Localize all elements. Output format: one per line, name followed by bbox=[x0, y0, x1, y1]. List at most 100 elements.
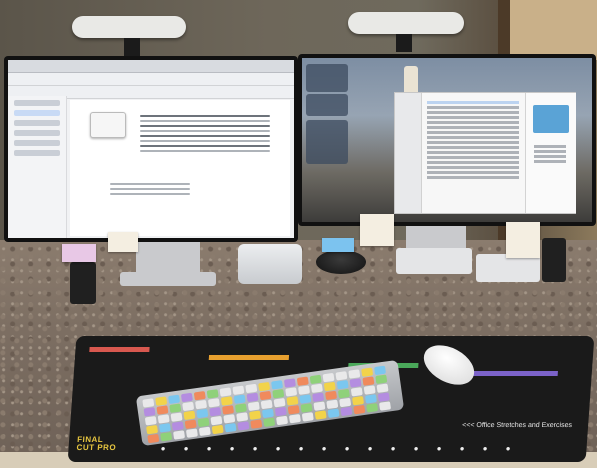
keyboard-key[interactable] bbox=[314, 410, 327, 420]
keyboard-key[interactable] bbox=[300, 403, 313, 413]
keyboard-key[interactable] bbox=[274, 406, 287, 417]
keyboard-key[interactable] bbox=[210, 415, 223, 426]
keyboard-key[interactable] bbox=[249, 410, 262, 420]
keyboard-key[interactable] bbox=[158, 423, 171, 433]
keyboard-key[interactable] bbox=[327, 408, 340, 418]
keyboard-key[interactable] bbox=[224, 423, 237, 433]
keyboard-key[interactable] bbox=[313, 401, 326, 411]
keyboard-key[interactable] bbox=[236, 412, 249, 422]
keyboard-key[interactable] bbox=[196, 408, 209, 419]
keyboard-key[interactable] bbox=[285, 387, 298, 397]
keyboard-key[interactable] bbox=[362, 376, 375, 386]
keyboard-key[interactable] bbox=[220, 396, 233, 406]
keyboard-key[interactable] bbox=[156, 405, 169, 415]
keyboard-key[interactable] bbox=[219, 387, 232, 397]
keyboard-key[interactable] bbox=[222, 405, 235, 415]
keyboard-key[interactable] bbox=[323, 381, 336, 392]
keyboard-key[interactable] bbox=[182, 401, 195, 412]
outline-item[interactable] bbox=[14, 110, 60, 116]
keyboard-key[interactable] bbox=[168, 394, 181, 405]
keyboard-key[interactable] bbox=[361, 367, 374, 377]
keyboard-key[interactable] bbox=[209, 406, 222, 417]
outline-item[interactable] bbox=[14, 130, 60, 136]
keyboard-key[interactable] bbox=[336, 379, 349, 390]
finder-window[interactable] bbox=[394, 92, 576, 214]
keyboard-key[interactable] bbox=[298, 385, 311, 395]
keyboard-key[interactable] bbox=[232, 385, 245, 395]
keyboard-key[interactable] bbox=[349, 378, 362, 388]
keyboard-key[interactable] bbox=[143, 407, 156, 417]
keyboard-key[interactable] bbox=[366, 403, 379, 413]
keyboard-key[interactable] bbox=[288, 413, 301, 424]
keyboard-key[interactable] bbox=[276, 415, 289, 426]
browser-tab-bar[interactable] bbox=[8, 60, 294, 73]
keyboard-key[interactable] bbox=[184, 419, 197, 429]
keyboard-key[interactable] bbox=[170, 412, 183, 422]
keyboard-key[interactable] bbox=[322, 372, 335, 383]
keyboard-key[interactable] bbox=[198, 426, 211, 437]
keyboard-key[interactable] bbox=[340, 406, 353, 417]
keyboard-key[interactable] bbox=[197, 417, 210, 428]
keyboard-key[interactable] bbox=[261, 408, 274, 419]
keyboard-key[interactable] bbox=[259, 390, 272, 401]
document-page[interactable] bbox=[70, 100, 290, 236]
keyboard-key[interactable] bbox=[223, 414, 236, 424]
keyboard-key[interactable] bbox=[339, 397, 352, 408]
keyboard-key[interactable] bbox=[296, 376, 309, 386]
keyboard-key[interactable] bbox=[375, 374, 388, 385]
keyboard-key[interactable] bbox=[173, 430, 186, 440]
keyboard-key[interactable] bbox=[193, 390, 206, 401]
keyboard-key[interactable] bbox=[234, 403, 247, 413]
keyboard-key[interactable] bbox=[312, 392, 325, 402]
keyboard-key[interactable] bbox=[353, 404, 366, 415]
keyboard-key[interactable] bbox=[286, 396, 299, 406]
finder-sidebar[interactable] bbox=[395, 93, 422, 213]
keyboard-key[interactable] bbox=[301, 412, 314, 422]
outline-item[interactable] bbox=[14, 120, 60, 126]
keyboard-key[interactable] bbox=[211, 424, 224, 435]
keyboard-key[interactable] bbox=[155, 396, 168, 406]
outline-item[interactable] bbox=[14, 140, 60, 146]
keyboard-key[interactable] bbox=[335, 371, 348, 381]
keyboard-key[interactable] bbox=[233, 394, 246, 404]
keyboard-key[interactable] bbox=[258, 381, 271, 392]
keyboard-key[interactable] bbox=[310, 383, 323, 394]
keyboard-key[interactable] bbox=[299, 394, 312, 404]
keyboard-key[interactable] bbox=[374, 365, 387, 376]
keyboard-key[interactable] bbox=[352, 395, 365, 406]
keyboard-key[interactable] bbox=[348, 369, 361, 379]
keyboard-key[interactable] bbox=[206, 389, 219, 399]
keyboard-key[interactable] bbox=[273, 397, 286, 408]
keyboard-key[interactable] bbox=[363, 385, 376, 395]
keyboard-key[interactable] bbox=[337, 388, 350, 399]
keyboard-key[interactable] bbox=[195, 399, 208, 410]
keyboard-key[interactable] bbox=[247, 401, 260, 412]
keyboard-key[interactable] bbox=[272, 389, 285, 399]
right-screen-desktop[interactable] bbox=[302, 58, 592, 222]
keyboard-key[interactable] bbox=[326, 399, 339, 410]
keyboard-key[interactable] bbox=[379, 401, 392, 411]
keyboard-key[interactable] bbox=[287, 405, 300, 415]
document-toolbar[interactable] bbox=[8, 73, 294, 86]
keyboard-key[interactable] bbox=[263, 417, 276, 428]
keyboard-key[interactable] bbox=[185, 428, 198, 438]
keyboard-key[interactable] bbox=[350, 387, 363, 397]
finder-file-list[interactable] bbox=[423, 99, 523, 181]
keyboard-key[interactable] bbox=[144, 416, 157, 426]
keyboard-key[interactable] bbox=[250, 419, 263, 429]
keyboard-key[interactable] bbox=[157, 414, 170, 424]
keyboard-key[interactable] bbox=[246, 392, 259, 403]
keyboard-key[interactable] bbox=[325, 390, 338, 401]
keyboard-key[interactable] bbox=[377, 392, 390, 402]
keyboard-key[interactable] bbox=[180, 392, 193, 403]
keyboard-key[interactable] bbox=[142, 398, 155, 408]
keyboard-key[interactable] bbox=[160, 432, 173, 442]
keyboard-key[interactable] bbox=[171, 421, 184, 431]
keyboard-key[interactable] bbox=[146, 424, 159, 435]
left-screen[interactable] bbox=[8, 60, 294, 238]
keyboard-key[interactable] bbox=[271, 380, 284, 390]
keyboard-key[interactable] bbox=[245, 383, 258, 394]
weather-widget[interactable] bbox=[306, 64, 348, 92]
keyboard-key[interactable] bbox=[376, 383, 389, 393]
clock-widgets[interactable] bbox=[306, 94, 348, 116]
